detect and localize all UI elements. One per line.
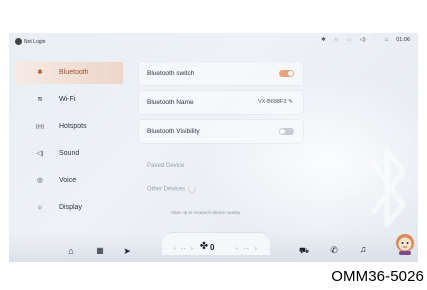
bluetooth-name-row[interactable]: Bluetooth Name VX-B688F3 ✎ — [139, 91, 303, 114]
clock: 01:06 — [396, 37, 410, 43]
left-temp-down-icon[interactable]: ‹ — [174, 246, 176, 252]
left-temp-up-icon[interactable]: › — [191, 246, 193, 252]
wifi-icon: ≋ — [37, 96, 43, 103]
bluetooth-name-label: Bluetooth Name — [147, 99, 194, 106]
sidebar-item-wifi[interactable]: ≋ Wi-Fi — [15, 89, 123, 111]
sidebar-item-label: Wi-Fi — [59, 96, 76, 103]
sidebar-item-label: Bluetooth — [59, 69, 89, 76]
signal-status-icon: ▭ — [346, 37, 352, 43]
bluetooth-visibility-label: Bluetooth Visibility — [147, 128, 200, 135]
wifi-status-icon: ≋ — [333, 37, 339, 43]
bluetooth-panel: Bluetooth switch Bluetooth Name VX-B688F… — [139, 62, 303, 149]
car-icon[interactable]: ⛟ — [298, 246, 310, 256]
right-temp-up-icon[interactable]: › — [255, 246, 257, 252]
screen: Not Login ✱ ≋ ▭ ◁) ◌ ⌂ 01:06 ✱ Bluetooth… — [9, 33, 418, 262]
edit-icon[interactable]: ✎ — [288, 99, 293, 105]
left-temp-value: - - — [181, 246, 186, 252]
sidebar-item-label: Sound — [59, 150, 80, 157]
music-icon[interactable]: ♫ — [357, 244, 369, 254]
status-icons: ✱ ≋ ▭ ◁) ◌ ⌂ 01:06 — [321, 37, 410, 43]
notification-status-icon: ⌂ — [384, 37, 389, 43]
home-icon[interactable]: ⌂ — [65, 246, 77, 256]
bluetooth-visibility-row: Bluetooth Visibility — [139, 120, 303, 143]
hotspot-icon: ((•)) — [35, 124, 45, 130]
fan-level: 0 — [210, 243, 215, 252]
bluetooth-switch-label: Bluetooth switch — [147, 70, 195, 77]
navigation-icon[interactable]: ➤ — [121, 246, 133, 257]
sidebar-item-bluetooth[interactable]: ✱ Bluetooth — [15, 62, 123, 84]
status-bar: Not Login ✱ ≋ ▭ ◁) ◌ ⌂ 01:06 — [9, 33, 418, 51]
bluetooth-name-value[interactable]: VX-B688F3 ✎ — [258, 99, 293, 105]
other-devices-text: Other Devices — [147, 186, 186, 193]
user-label: Not Login — [24, 38, 46, 45]
bluetooth-status-icon: ✱ — [321, 37, 326, 43]
sidebar-item-label: Hotspots — [59, 123, 87, 130]
bluetooth-visibility-toggle[interactable] — [279, 128, 294, 135]
sidebar-item-sound[interactable]: ◁) Sound — [15, 143, 123, 165]
paired-device-label: Paired Device — [147, 163, 185, 169]
hotspot-status-icon: ◌ — [373, 37, 377, 43]
sidebar-item-label: Display — [59, 204, 82, 211]
sidebar-item-hotspots[interactable]: ((•)) Hotspots — [15, 116, 123, 138]
user-login[interactable]: Not Login — [15, 38, 45, 45]
bluetooth-switch-row: Bluetooth switch — [139, 62, 303, 85]
voice-icon: ◎ — [37, 177, 43, 184]
phone-icon[interactable]: ✆ — [328, 245, 340, 256]
user-icon — [15, 38, 22, 45]
right-temp-down-icon[interactable]: ‹ — [236, 246, 238, 252]
loading-spinner-icon — [188, 185, 197, 193]
sidebar-item-display[interactable]: ☼ Display — [15, 197, 123, 219]
assistant-avatar[interactable] — [394, 232, 416, 256]
bluetooth-watermark-icon — [370, 148, 406, 228]
bluetooth-switch-toggle[interactable] — [279, 70, 294, 77]
other-devices-label: Other Devices — [147, 185, 197, 193]
fan-icon[interactable]: ✤ — [198, 241, 210, 252]
sidebar-item-voice[interactable]: ◎ Voice — [15, 170, 123, 192]
apps-icon[interactable]: ▦ — [94, 246, 106, 255]
search-hint: Slide up to research device nearby — [171, 210, 241, 215]
figure-code: OMM36-5026 — [331, 268, 424, 285]
device-name: VX-B688F3 — [257, 99, 287, 105]
volume-status-icon: ◁) — [359, 37, 366, 43]
sidebar-item-label: Voice — [59, 177, 77, 184]
bluetooth-icon: ✱ — [37, 69, 43, 76]
right-temp-value: - - — [244, 246, 249, 252]
sidebar: ✱ Bluetooth ≋ Wi-Fi ((•)) Hotspots ◁) So… — [15, 62, 123, 224]
climate-panel — [162, 233, 270, 255]
speaker-icon: ◁) — [36, 150, 44, 157]
brightness-icon: ☼ — [37, 204, 43, 211]
